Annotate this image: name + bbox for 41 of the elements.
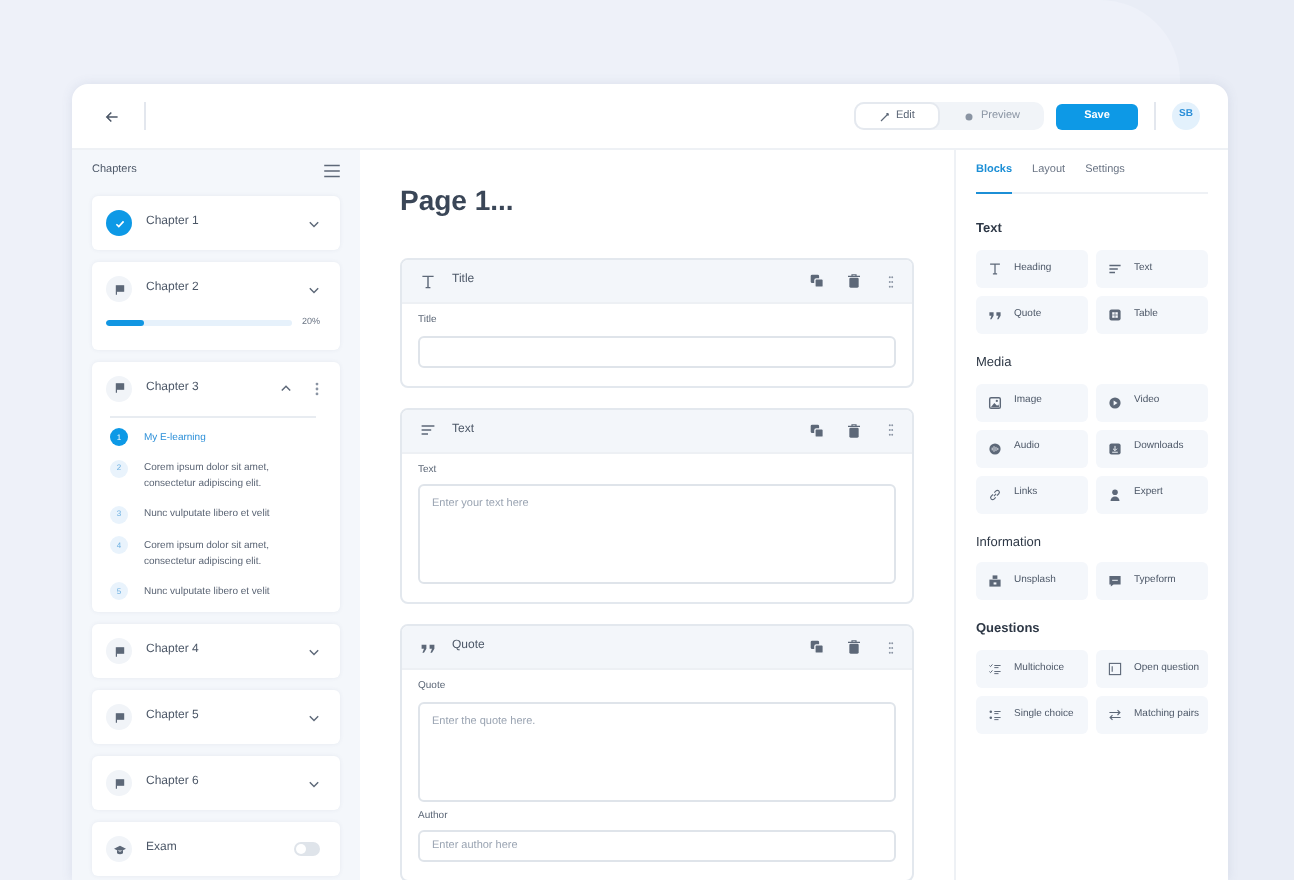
wand-icon [879, 111, 890, 121]
person-icon [1108, 487, 1122, 501]
exam-toggle[interactable] [294, 842, 320, 857]
quote-icon [420, 639, 436, 655]
back-arrow-icon[interactable] [104, 109, 120, 123]
camera-icon [988, 574, 1002, 589]
lines-icon [420, 422, 436, 438]
swap-icon [1108, 708, 1122, 722]
list-icon [988, 708, 1002, 722]
duplicate-icon[interactable] [810, 640, 824, 654]
page-title: Page 1... [400, 182, 516, 218]
textbox-icon [1108, 662, 1122, 676]
eye-icon [964, 111, 975, 121]
image-icon [988, 395, 1002, 409]
trash-icon[interactable] [848, 274, 860, 288]
chapter-card[interactable] [92, 361, 340, 613]
chat-icon [1108, 574, 1122, 589]
graduation-cap-icon [106, 836, 132, 863]
table-icon [1108, 307, 1122, 322]
text-icon [420, 273, 436, 289]
audio-icon [988, 441, 1002, 455]
trash-icon[interactable] [848, 640, 860, 654]
chevron-icon[interactable] [308, 777, 320, 790]
chevron-icon[interactable] [308, 711, 320, 724]
input-field[interactable] [418, 335, 896, 367]
link-icon [988, 487, 1002, 501]
lines-icon [1108, 261, 1122, 276]
checklist-icon [988, 662, 1002, 676]
duplicate-icon[interactable] [810, 423, 824, 437]
menu-icon[interactable] [324, 163, 340, 177]
text-icon [988, 261, 1002, 276]
chevron-icon[interactable] [308, 645, 320, 658]
quote-icon [988, 307, 1002, 322]
chevron-icon[interactable] [280, 382, 292, 395]
trash-icon[interactable] [848, 423, 860, 437]
kebab-menu-icon[interactable] [314, 381, 320, 396]
duplicate-icon[interactable] [810, 274, 824, 288]
download-icon [1108, 441, 1122, 455]
chevron-icon[interactable] [308, 217, 320, 229]
chevron-icon[interactable] [308, 283, 320, 295]
play-icon [1108, 395, 1122, 409]
